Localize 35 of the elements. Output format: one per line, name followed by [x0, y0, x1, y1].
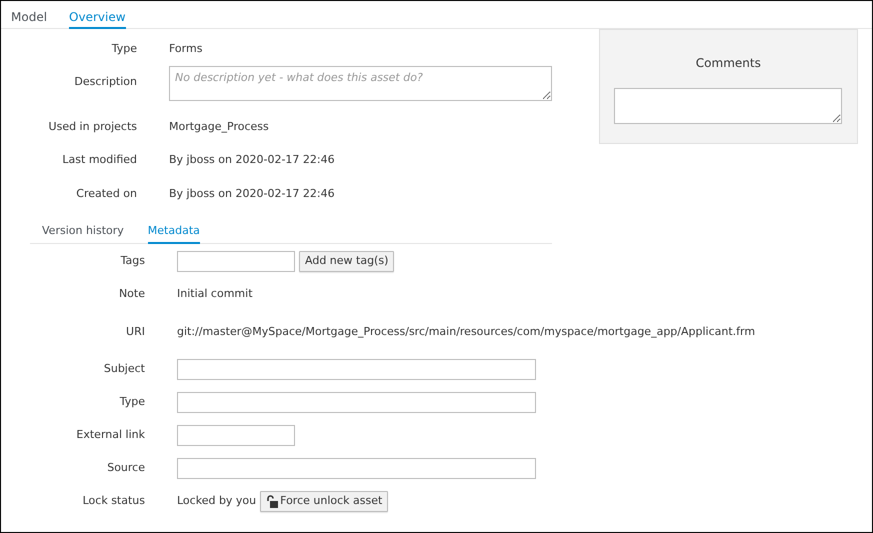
- field-label: Source: [106, 460, 145, 476]
- field-value: git://master@MySpace/Mortgage_Process/src/main/resources/com/myspace/mortgage_app/Applicant.frm: [177, 324, 756, 340]
- field-label: URI: [125, 324, 145, 340]
- field-value: Forms: [169, 41, 202, 57]
- field-label: Description: [73, 74, 137, 90]
- field-label: External link: [75, 427, 145, 444]
- field-value: By jboss on 2020-02-17 22:46: [169, 152, 335, 168]
- panel-title: Comments: [696, 55, 761, 72]
- force-unlock-button[interactable]: Force unlock asset: [260, 491, 388, 512]
- tab[interactable]: Version history: [42, 216, 124, 244]
- field-label: Subject: [102, 361, 145, 378]
- text-field[interactable]: [177, 425, 295, 446]
- field-label: Note: [118, 286, 145, 302]
- tag-field[interactable]: [177, 251, 295, 272]
- field-value: Locked by you: [177, 493, 256, 510]
- field-label: Type: [118, 394, 145, 410]
- field-label: Tags: [120, 253, 145, 270]
- tab[interactable]: Model: [11, 1, 48, 29]
- unlock-icon: [266, 495, 278, 508]
- text-field[interactable]: [177, 359, 536, 380]
- add-tag-button[interactable]: Add new tag(s): [299, 251, 394, 272]
- description-field[interactable]: No description yet - what does this asset do?: [169, 66, 552, 100]
- text-field[interactable]: [177, 458, 536, 479]
- field-label: Last modified: [61, 152, 137, 168]
- field-value: Mortgage_Process: [169, 118, 269, 135]
- tab[interactable]: Overview: [69, 1, 126, 29]
- field-value: By jboss on 2020-02-17 22:46: [169, 186, 335, 202]
- field-value: Initial commit: [177, 286, 253, 302]
- tab[interactable]: Metadata: [148, 216, 200, 244]
- text-field[interactable]: [177, 392, 536, 413]
- comment-field[interactable]: [614, 88, 842, 124]
- field-label: Created on: [75, 186, 137, 202]
- field-label: Type: [110, 41, 137, 57]
- field-label: Used in projects: [48, 118, 137, 134]
- field-label: Lock status: [82, 493, 145, 510]
